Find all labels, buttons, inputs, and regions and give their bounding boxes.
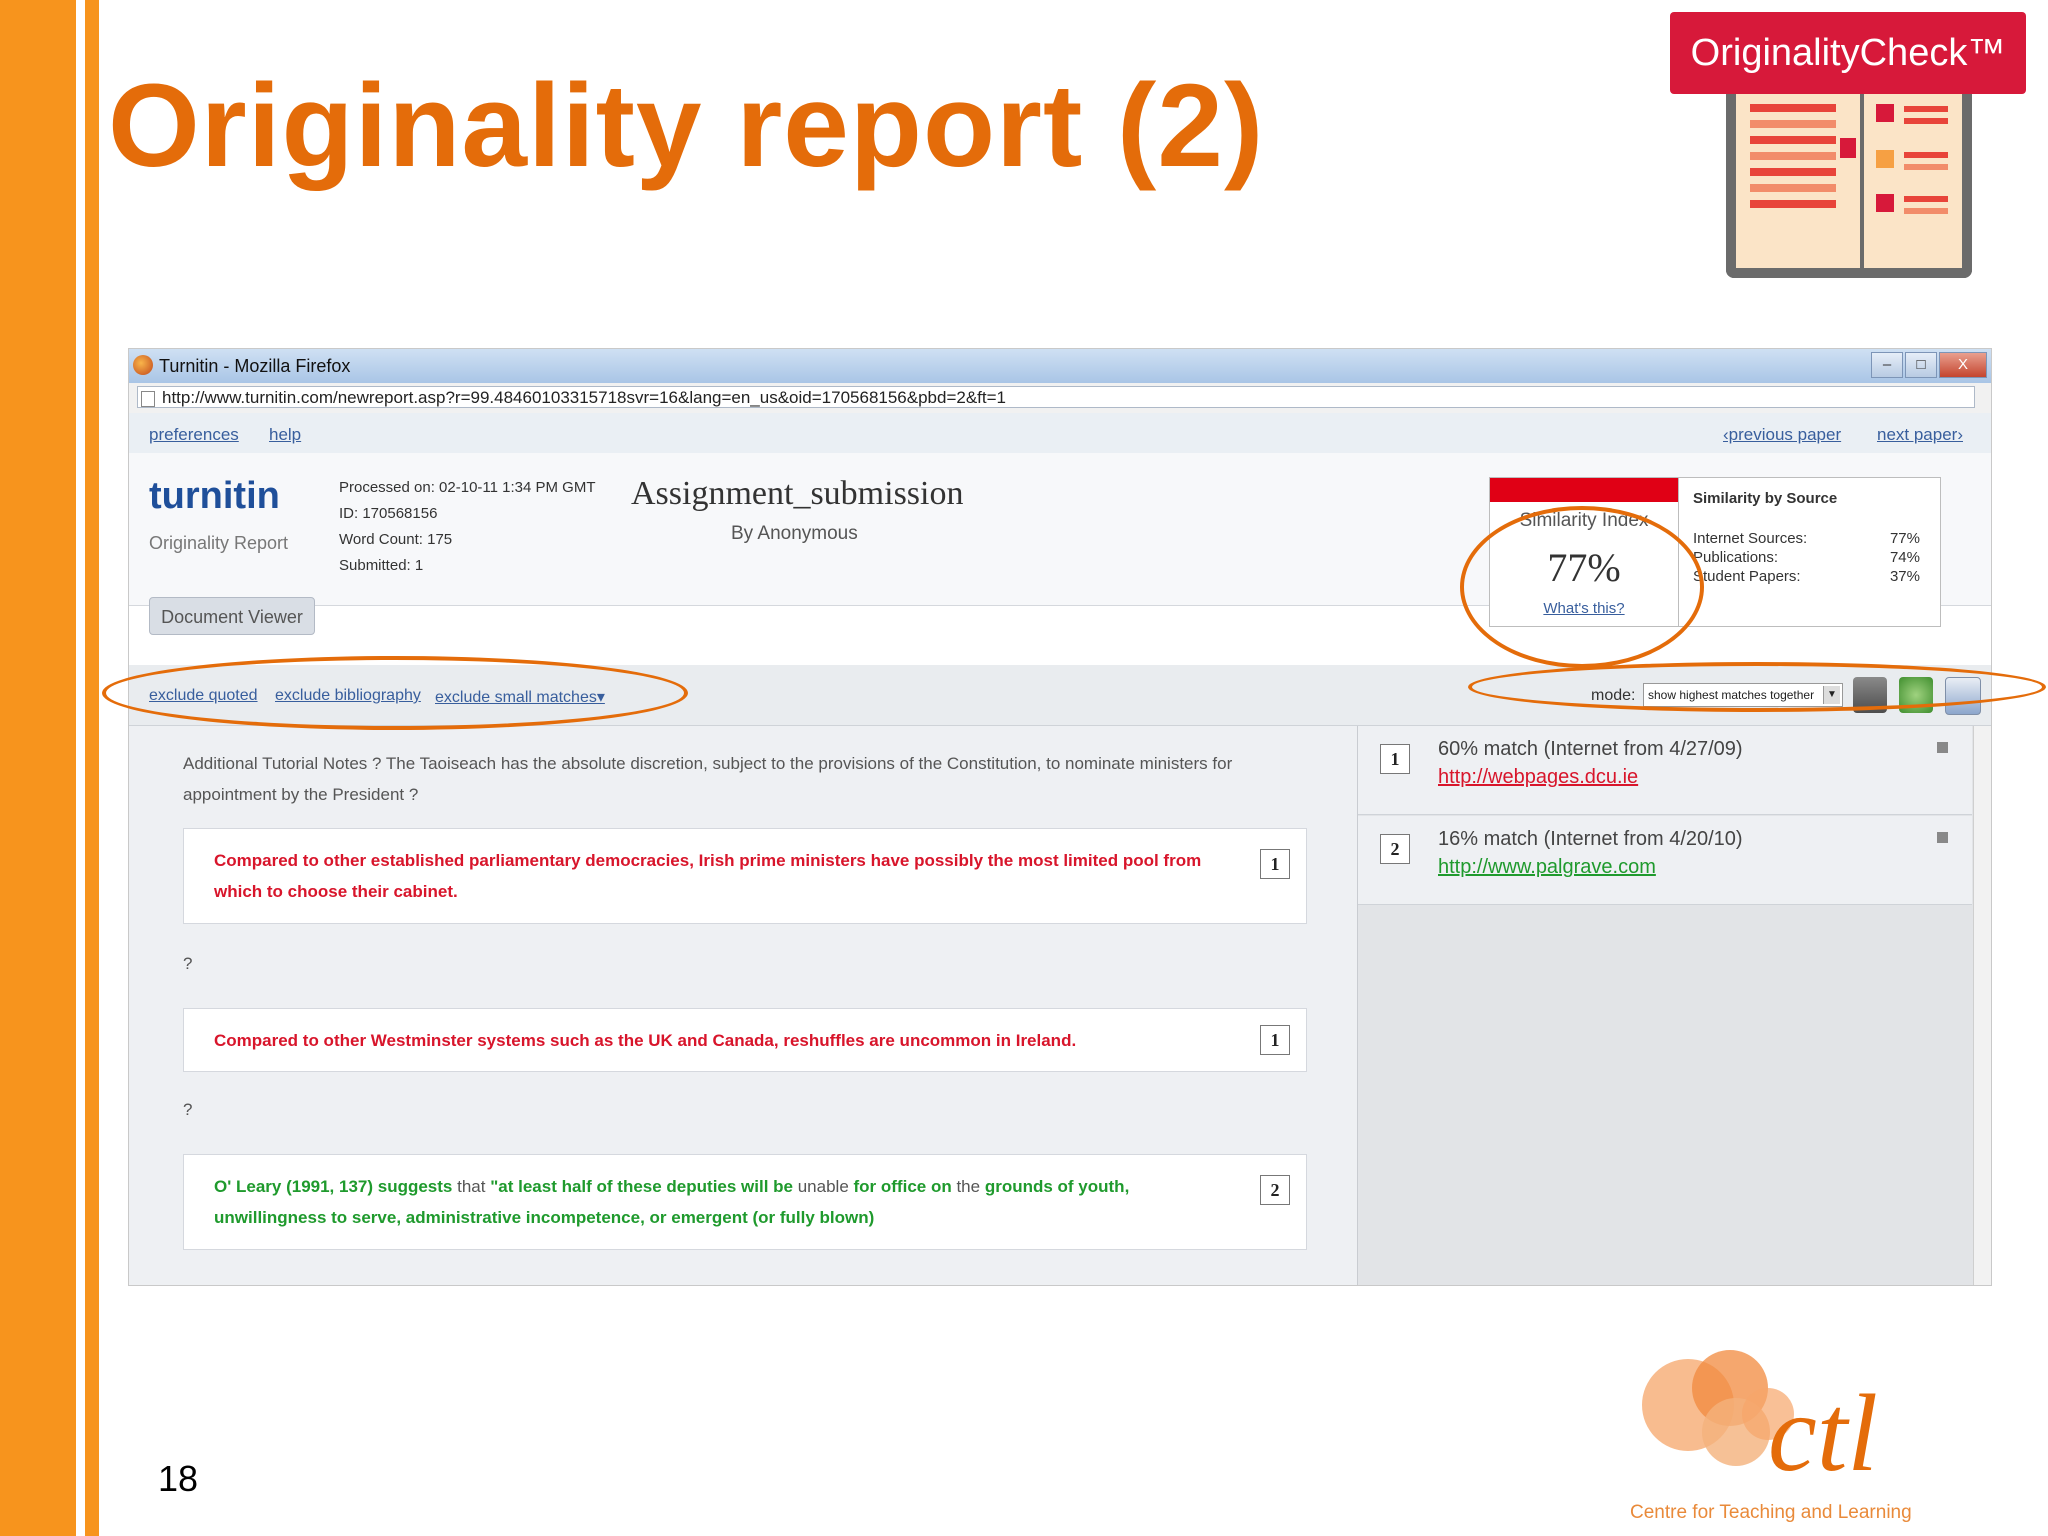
url-input[interactable]: http://www.turnitin.com/newreport.asp?r=… — [137, 386, 1975, 408]
document-text-pane: Additional Tutorial Notes ? The Taoiseac… — [129, 726, 1357, 1285]
passage-segment: the — [951, 1177, 985, 1196]
document-intro-text: Additional Tutorial Notes ? The Taoiseac… — [183, 754, 1233, 804]
ctl-caption: Centre for Teaching and Learning — [1630, 1502, 1912, 1523]
address-bar: http://www.turnitin.com/newreport.asp?r=… — [129, 383, 1991, 414]
originality-check-logo: OriginalityCheck™ — [1670, 12, 2026, 282]
assignment-author: By Anonymous — [731, 523, 858, 544]
report-top-nav: preferences help ‹previous paper next pa… — [129, 413, 1991, 453]
close-button[interactable]: X — [1939, 352, 1987, 378]
similarity-by-source-heading: Similarity by Source — [1693, 490, 1838, 507]
source-row: Internet Sources: 77% — [1693, 530, 1920, 547]
page-number: 18 — [158, 1458, 199, 1499]
help-link[interactable]: help — [269, 425, 301, 445]
highlighted-passage: O' Leary (1991, 137) suggests that "at l… — [183, 1154, 1307, 1250]
passage-segment: "at least half of these deputies will be — [490, 1177, 793, 1196]
turnitin-screenshot: Turnitin - Mozilla Firefox – □ X http://… — [128, 348, 1992, 1286]
passage-segment: O' Leary (1991, 137) suggests — [214, 1177, 453, 1196]
left-accent-stripe — [85, 0, 99, 1536]
source-value: 37% — [1889, 568, 1920, 585]
originality-report-label: Originality Report — [149, 533, 289, 553]
submitted-count: Submitted: 1 — [339, 557, 424, 574]
slide-title: Originality report (2) — [108, 60, 1265, 192]
turnitin-logo: turnitin — [149, 475, 280, 518]
similarity-highlight-ellipse — [1460, 506, 1704, 668]
left-accent-gap — [76, 0, 85, 1536]
processed-date: Processed on: 02-10-11 1:34 PM GMT — [339, 479, 596, 496]
ctl-logo-text: ctl — [1768, 1372, 1878, 1494]
maximize-button[interactable]: □ — [1905, 352, 1937, 378]
browser-titlebar: Turnitin - Mozilla Firefox – □ X — [129, 349, 1991, 383]
document-viewer-button[interactable]: Document Viewer — [149, 597, 315, 635]
source-value: 74% — [1889, 549, 1920, 566]
window-controls: – □ X — [1871, 352, 1987, 378]
word-count: Word Count: 175 — [339, 531, 453, 548]
sidebar-scrollbar[interactable] — [1973, 726, 1991, 1285]
source-row: Publications: 74% — [1693, 549, 1920, 566]
separator-mark: ? — [183, 1100, 193, 1119]
ctl-logo-mark: ctl — [1642, 1350, 1878, 1494]
passage-segment: that — [452, 1177, 491, 1196]
submission-meta: Processed on: 02-10-11 1:34 PM GMT ID: 1… — [339, 475, 596, 579]
highlighted-passage: Compared to other Westminster systems su… — [183, 1008, 1307, 1072]
match-sidebar: 1 60% match (Internet from 4/27/09) http… — [1357, 726, 1991, 1285]
next-paper-link[interactable]: next paper› — [1877, 425, 1963, 445]
left-accent-bar — [0, 0, 76, 1536]
source-value: 77% — [1889, 530, 1920, 547]
source-row: Student Papers: 37% — [1693, 568, 1920, 585]
minimize-button[interactable]: – — [1871, 352, 1903, 378]
match-description: 60% match (Internet from 4/27/09) — [1438, 738, 1743, 760]
expand-icon[interactable] — [1937, 742, 1948, 753]
passage-segment: for office on — [853, 1177, 952, 1196]
match-source-link[interactable]: http://www.palgrave.com — [1438, 856, 1656, 879]
expand-icon[interactable] — [1937, 832, 1948, 843]
match-description: 16% match (Internet from 4/20/10) — [1438, 828, 1743, 850]
match-item[interactable]: 1 60% match (Internet from 4/27/09) http… — [1358, 726, 1972, 815]
filters-highlight-ellipse — [102, 656, 688, 730]
source-label: Student Papers: — [1693, 568, 1801, 585]
preferences-link[interactable]: preferences — [149, 425, 239, 445]
match-number-badge: 2 — [1380, 834, 1410, 864]
ctl-logo: ctl Centre for Teaching and Learning — [1618, 1330, 1978, 1530]
similarity-bar — [1490, 478, 1678, 502]
source-label: Publications: — [1693, 549, 1779, 566]
similarity-by-source-box: Similarity by Source Internet Sources: 7… — [1679, 477, 1941, 627]
separator-mark: ? — [183, 954, 193, 973]
source-label: Internet Sources: — [1693, 530, 1808, 547]
turnitin-logo-text: turnitin — [149, 475, 280, 517]
originality-check-screen-icon — [1726, 94, 1972, 278]
match-number-badge: 1 — [1380, 744, 1410, 774]
match-source-link[interactable]: http://webpages.dcu.ie — [1438, 766, 1638, 789]
passage-text: Compared to other established parliament… — [214, 851, 1202, 901]
passage-segment: unable — [793, 1177, 854, 1196]
match-item[interactable]: 2 16% match (Internet from 4/20/10) http… — [1358, 816, 1972, 905]
firefox-icon — [133, 355, 153, 375]
source-number-badge[interactable]: 1 — [1260, 849, 1290, 879]
highlighted-passage: Compared to other established parliament… — [183, 828, 1307, 924]
page-icon — [141, 391, 155, 407]
assignment-title: Assignment_submission — [631, 475, 964, 512]
source-number-badge[interactable]: 1 — [1260, 1025, 1290, 1055]
paper-id: ID: 170568156 — [339, 505, 438, 522]
originality-check-badge: OriginalityCheck™ — [1670, 12, 2026, 94]
passage-text: Compared to other Westminster systems su… — [214, 1031, 1077, 1050]
mode-highlight-ellipse — [1468, 662, 2046, 712]
window-title: Turnitin - Mozilla Firefox — [159, 356, 351, 376]
previous-paper-link[interactable]: ‹previous paper — [1723, 425, 1841, 445]
passage-text: O' Leary (1991, 137) suggests that "at l… — [214, 1171, 1216, 1233]
source-number-badge[interactable]: 2 — [1260, 1175, 1290, 1205]
